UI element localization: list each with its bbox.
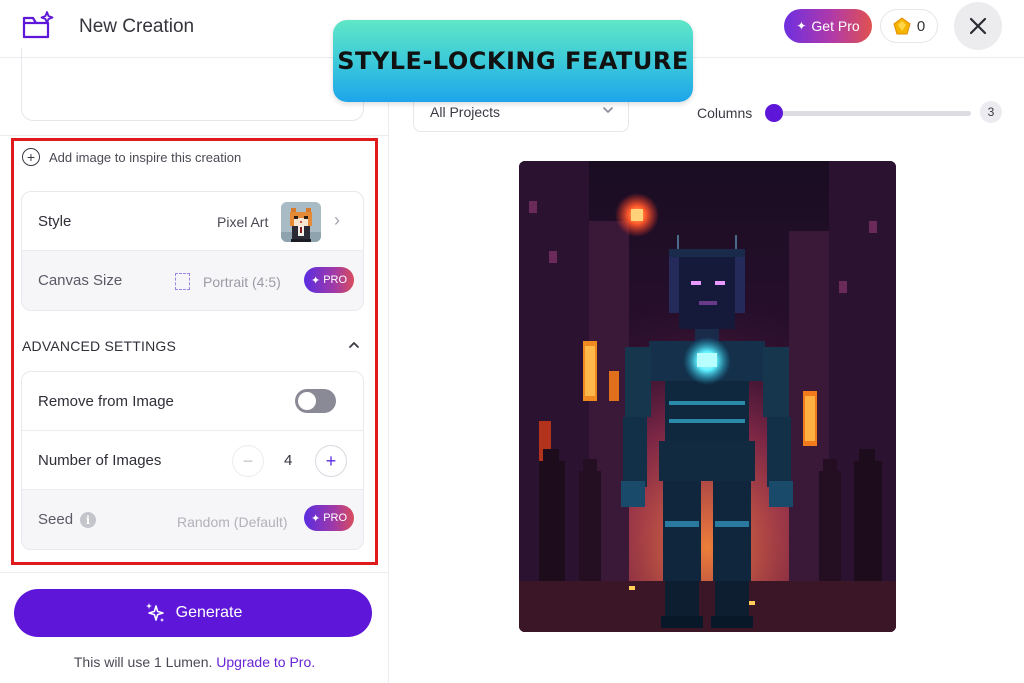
divider (0, 572, 388, 573)
lumen-cost-text: This will use 1 Lumen. (73, 654, 213, 670)
pro-badge-label: PRO (323, 512, 348, 524)
seed-value: Random (Default) (177, 514, 288, 530)
sparkles-icon (145, 603, 164, 622)
canvas-pro-badge[interactable]: ✦ PRO (304, 267, 354, 293)
close-button[interactable] (954, 2, 1002, 50)
style-value: Pixel Art (217, 214, 269, 230)
number-of-images-label: Number of Images (38, 452, 162, 469)
pro-badge-label: PRO (323, 274, 348, 286)
toggle-knob (298, 392, 316, 410)
style-row[interactable]: Style Pixel Art › (22, 192, 363, 251)
number-of-images-row: Number of Images − 4 + (22, 431, 363, 490)
chevron-up-icon[interactable] (348, 339, 360, 351)
plus-circle-icon: + (22, 148, 40, 166)
lumen-count: 0 (916, 17, 926, 35)
columns-label: Columns (697, 105, 753, 121)
advanced-settings-card: Remove from Image Number of Images − 4 +… (21, 371, 364, 550)
columns-value: 3 (980, 101, 1002, 123)
page-title: New Creation (79, 16, 195, 37)
canvas-size-row[interactable]: Canvas Size Portrait (4:5) ✦ PRO (22, 251, 363, 310)
sparkle-icon: ✦ (310, 274, 321, 287)
style-canvas-card: Style Pixel Art › Canvas Size Portrait (… (21, 191, 364, 311)
add-image-button[interactable]: + Add image to inspire this creation (22, 148, 241, 166)
generated-image[interactable] (519, 161, 896, 632)
chevron-down-icon (603, 107, 613, 113)
style-label: Style (38, 213, 72, 230)
add-image-label: Add image to inspire this creation (49, 149, 242, 165)
divider (0, 135, 388, 136)
lumen-gem-icon (893, 17, 911, 35)
prompt-input[interactable] (21, 48, 364, 121)
generate-label: Generate (175, 604, 243, 621)
remove-from-image-toggle[interactable] (295, 389, 336, 413)
advanced-settings-heading[interactable]: ADVANCED SETTINGS (22, 338, 176, 354)
remove-from-image-label: Remove from Image (38, 393, 174, 410)
increase-images-button[interactable]: + (315, 445, 347, 477)
remove-from-image-row: Remove from Image (22, 372, 363, 431)
columns-slider[interactable] (776, 111, 971, 116)
columns-slider-handle[interactable] (765, 104, 783, 122)
images-count: 4 (284, 452, 293, 469)
info-icon[interactable]: i (80, 512, 96, 528)
seed-pro-badge[interactable]: ✦ PRO (304, 505, 354, 531)
lumen-cost-note: This will use 1 Lumen. Upgrade to Pro. (0, 654, 389, 670)
seed-label: Seed (38, 511, 74, 528)
upgrade-link[interactable]: Upgrade to Pro. (216, 654, 315, 670)
sparkle-icon: ✦ (796, 19, 807, 33)
feature-banner: STYLE-LOCKING FEATURE (333, 20, 693, 102)
canvas-size-label: Canvas Size (38, 272, 123, 289)
creation-settings-panel: + Add image to inspire this creation Sty… (0, 48, 389, 683)
seed-row: Seed i Random (Default) ✦ PRO (22, 490, 363, 549)
get-pro-label: Get Pro (811, 18, 860, 34)
close-icon (969, 17, 987, 35)
canvas-size-value: Portrait (4:5) (203, 274, 281, 290)
new-folder-sparkle-icon[interactable] (21, 10, 55, 42)
generate-button[interactable]: Generate (14, 589, 372, 637)
chevron-right-icon: › (334, 210, 340, 230)
decrease-images-button[interactable]: − (232, 445, 264, 477)
project-select-value: All Projects (430, 104, 501, 120)
sparkle-icon: ✦ (310, 512, 321, 525)
style-thumbnail (281, 202, 321, 242)
lumen-balance[interactable]: 0 (880, 9, 938, 43)
portrait-frame-icon (175, 273, 190, 290)
get-pro-button[interactable]: ✦ Get Pro (784, 9, 872, 43)
